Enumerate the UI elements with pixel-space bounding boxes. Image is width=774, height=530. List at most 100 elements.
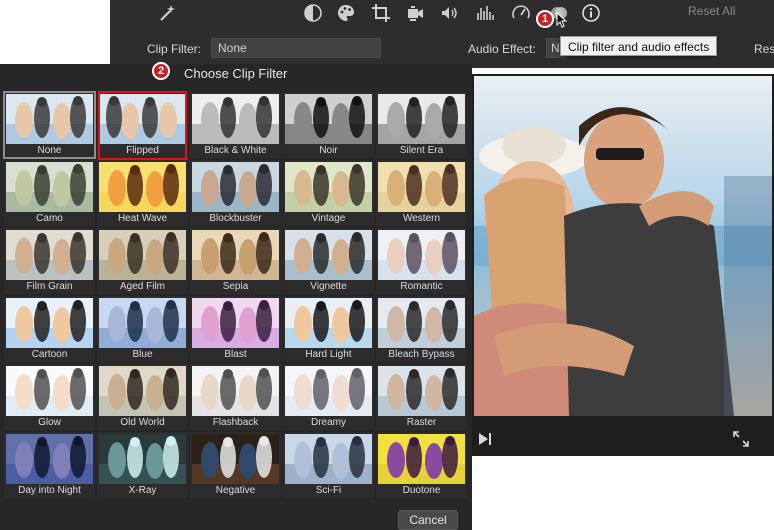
fullscreen-icon[interactable] bbox=[732, 430, 750, 448]
info-icon[interactable] bbox=[580, 2, 602, 24]
filter-romantic[interactable]: Romantic bbox=[376, 228, 467, 294]
filter-label: Vintage bbox=[311, 213, 346, 224]
filter-label: Romantic bbox=[400, 281, 443, 292]
filter-label: Sepia bbox=[222, 281, 249, 292]
filter-western[interactable]: Western bbox=[376, 160, 467, 226]
filter-thumbnail bbox=[192, 94, 279, 144]
filter-blockbuster[interactable]: Blockbuster bbox=[190, 160, 281, 226]
toolbar: Reset All Clip Filter: None Audio Effect… bbox=[110, 0, 774, 68]
filter-thumbnail bbox=[192, 366, 279, 416]
filter-thumbnail bbox=[192, 230, 279, 280]
step-badge-one: 1 bbox=[536, 10, 554, 28]
filter-thumbnail bbox=[378, 162, 465, 212]
filter-day-into-night[interactable]: Day into Night bbox=[4, 432, 95, 498]
filter-thumbnail bbox=[99, 366, 186, 416]
equalizer-icon[interactable] bbox=[474, 2, 496, 24]
filter-label: Blast bbox=[224, 349, 247, 360]
filter-sci-fi[interactable]: Sci-Fi bbox=[283, 432, 374, 498]
filter-thumbnail bbox=[378, 230, 465, 280]
filter-label: Film Grain bbox=[26, 281, 73, 292]
filter-film-grain[interactable]: Film Grain bbox=[4, 228, 95, 294]
filter-label: Western bbox=[402, 213, 441, 224]
filter-label: Raster bbox=[406, 417, 437, 428]
filter-thumbnail bbox=[378, 366, 465, 416]
filter-label: None bbox=[37, 145, 62, 156]
play-icon[interactable] bbox=[478, 432, 492, 446]
video-preview bbox=[474, 76, 772, 416]
filter-thumbnail bbox=[378, 94, 465, 144]
filter-thumbnail bbox=[6, 298, 93, 348]
filter-blue[interactable]: Blue bbox=[97, 296, 188, 362]
filter-none[interactable]: None bbox=[3, 91, 96, 159]
filter-label: Old World bbox=[120, 417, 165, 428]
filter-hard-light[interactable]: Hard Light bbox=[283, 296, 374, 362]
color-palette-icon[interactable] bbox=[335, 2, 357, 24]
filter-grid: None Flipped Black & White Noir Silent Era Ca… bbox=[3, 91, 470, 498]
filter-label: Blue bbox=[132, 349, 153, 360]
cursor-icon bbox=[556, 12, 568, 28]
filter-thumbnail bbox=[99, 230, 186, 280]
filter-label: Heat Wave bbox=[117, 213, 168, 224]
filter-label: Sci-Fi bbox=[315, 485, 342, 496]
filter-flashback[interactable]: Flashback bbox=[190, 364, 281, 430]
clip-filter-field[interactable]: None bbox=[211, 38, 381, 58]
crop-icon[interactable] bbox=[370, 2, 392, 24]
step-badge-two: 2 bbox=[152, 62, 170, 80]
filter-black-white[interactable]: Black & White bbox=[190, 92, 281, 158]
magic-wand-icon[interactable] bbox=[156, 2, 178, 24]
filter-old-world[interactable]: Old World bbox=[97, 364, 188, 430]
filter-negative[interactable]: Negative bbox=[190, 432, 281, 498]
filter-thumbnail bbox=[285, 298, 372, 348]
filter-thumbnail bbox=[285, 94, 372, 144]
filter-label: Blockbuster bbox=[209, 213, 262, 224]
filter-aged-film[interactable]: Aged Film bbox=[97, 228, 188, 294]
cancel-button[interactable]: Cancel bbox=[398, 510, 458, 530]
clip-filter-label: Clip Filter: bbox=[147, 42, 202, 56]
filter-noir[interactable]: Noir bbox=[283, 92, 374, 158]
filter-sepia[interactable]: Sepia bbox=[190, 228, 281, 294]
filter-duotone[interactable]: Duotone bbox=[376, 432, 467, 498]
tooltip: Clip filter and audio effects bbox=[560, 36, 718, 56]
speed-icon[interactable] bbox=[510, 2, 532, 24]
filter-heat-wave[interactable]: Heat Wave bbox=[97, 160, 188, 226]
filter-dreamy[interactable]: Dreamy bbox=[283, 364, 374, 430]
filter-label: Glow bbox=[38, 417, 61, 428]
filter-label: Cartoon bbox=[31, 349, 68, 360]
filter-label: Day into Night bbox=[18, 485, 81, 496]
filter-camo[interactable]: Camo bbox=[4, 160, 95, 226]
filter-vintage[interactable]: Vintage bbox=[283, 160, 374, 226]
filter-label: Silent Era bbox=[399, 145, 444, 156]
filter-label: Aged Film bbox=[119, 281, 165, 292]
color-balance-icon[interactable] bbox=[302, 2, 324, 24]
filter-raster[interactable]: Raster bbox=[376, 364, 467, 430]
filter-flipped[interactable]: Flipped bbox=[97, 91, 188, 160]
filter-bleach-bypass[interactable]: Bleach Bypass bbox=[376, 296, 467, 362]
filter-thumbnail bbox=[285, 230, 372, 280]
filter-label: Flashback bbox=[212, 417, 259, 428]
filter-label: Duotone bbox=[402, 485, 441, 496]
filter-label: Flipped bbox=[126, 145, 159, 156]
filter-cartoon[interactable]: Cartoon bbox=[4, 296, 95, 362]
filter-glow[interactable]: Glow bbox=[4, 364, 95, 430]
filter-thumbnail bbox=[6, 434, 93, 484]
filter-thumbnail bbox=[285, 434, 372, 484]
filter-vignette[interactable]: Vignette bbox=[283, 228, 374, 294]
filter-label: Noir bbox=[319, 145, 338, 156]
filter-thumbnail bbox=[378, 434, 465, 484]
filter-thumbnail bbox=[192, 434, 279, 484]
filter-x-ray[interactable]: X-Ray bbox=[97, 432, 188, 498]
camera-stabilize-icon[interactable] bbox=[404, 2, 426, 24]
filter-thumbnail bbox=[285, 366, 372, 416]
volume-icon[interactable] bbox=[438, 2, 460, 24]
filter-thumbnail bbox=[99, 434, 186, 484]
filter-label: Vignette bbox=[310, 281, 347, 292]
filter-label: Camo bbox=[36, 213, 63, 224]
filter-blast[interactable]: Blast bbox=[190, 296, 281, 362]
reset-label[interactable]: Res bbox=[754, 42, 774, 56]
filter-thumbnail bbox=[6, 366, 93, 416]
filter-thumbnail bbox=[99, 162, 186, 212]
filter-thumbnail bbox=[99, 94, 186, 144]
filter-thumbnail bbox=[192, 162, 279, 212]
filter-silent-era[interactable]: Silent Era bbox=[376, 92, 467, 158]
reset-all-button[interactable]: Reset All bbox=[688, 4, 735, 18]
